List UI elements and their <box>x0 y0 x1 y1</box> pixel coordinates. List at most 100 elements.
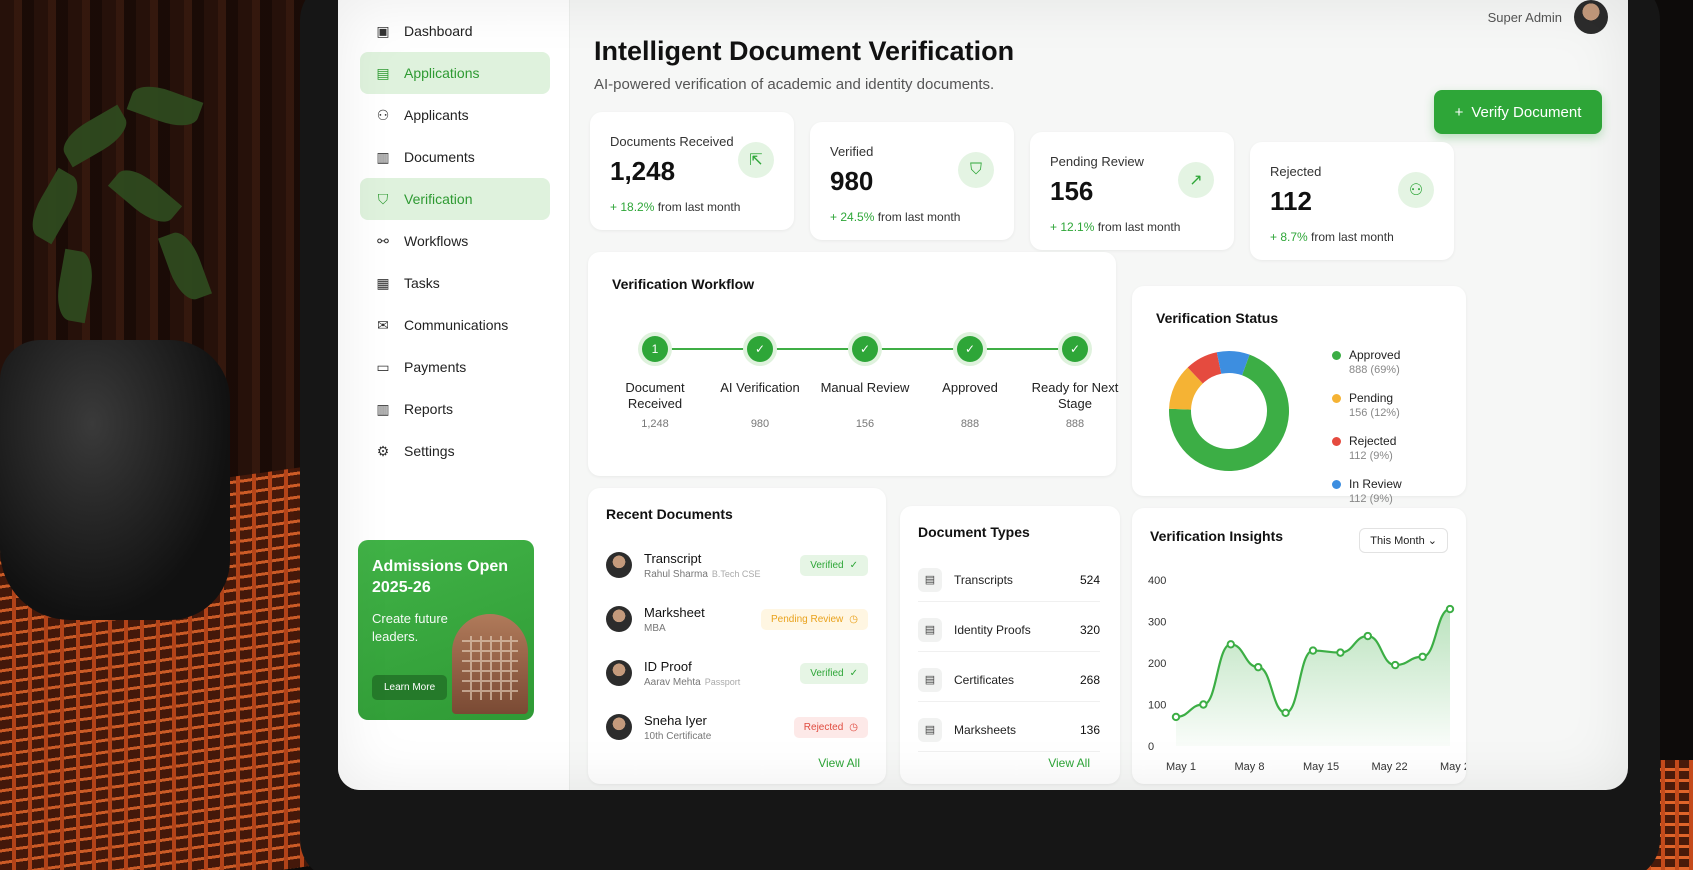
y-tick-label: 300 <box>1148 617 1166 629</box>
status-card: Verification Status Approved 888 (69%) Pe… <box>1132 286 1466 505</box>
verify-document-label: Verify Document <box>1471 103 1582 121</box>
user-menu[interactable]: Super Admin <box>1488 0 1608 34</box>
step-check-icon: ✓ <box>957 336 983 362</box>
stat-change: + 8.7% from last month <box>1270 230 1394 244</box>
doc-type-count: 136 <box>1079 722 1100 737</box>
sidebar-item-applications[interactable]: ▤ Applications <box>360 52 550 94</box>
legend-item: Pending 156 (12%) <box>1332 391 1402 419</box>
stat-value: 156 <box>1050 176 1094 206</box>
page-subtitle: AI-powered verification of academic and … <box>594 76 995 93</box>
doc-type-name: Certificates <box>954 672 1015 687</box>
status-legend: Approved 888 (69%) Pending 156 (12%) Rejec… <box>1332 348 1402 520</box>
step-check-icon: ✓ <box>852 336 878 362</box>
stat-label: Rejected <box>1270 164 1322 179</box>
page-title: Intelligent Document Verification <box>594 36 1015 66</box>
status-badge: Verified ✓ <box>800 554 868 576</box>
list-item[interactable]: ▤ Identity Proofs 320 <box>918 608 1100 652</box>
workflow-step: ✓ Manual Review 156 <box>810 336 920 430</box>
sidebar-item-payments[interactable]: ▭ Payments <box>360 346 550 388</box>
users-icon: ⚇ <box>376 106 390 123</box>
sidebar-item-workflows[interactable]: ⚯ Workflows <box>360 220 550 262</box>
sidebar-item-settings[interactable]: ⚙ Settings <box>360 430 550 472</box>
doc-name: Sneha Iyer <box>644 712 707 728</box>
list-item[interactable]: ▤ Certificates 268 <box>918 658 1100 702</box>
status-badge: Rejected ◷ <box>793 716 868 738</box>
dashboard-icon: ▣ <box>376 22 390 39</box>
sidebar-item-label: Settings <box>404 443 455 459</box>
y-tick-label: 400 <box>1148 575 1166 587</box>
legend-dot <box>1332 479 1341 489</box>
sidebar-item-label: Dashboard <box>404 23 473 39</box>
legend-value: 888 (69%) <box>1349 364 1400 376</box>
sidebar-item-label: Applicants <box>404 107 469 123</box>
workflow-title: Verification Workflow <box>612 276 755 292</box>
list-item[interactable]: ▤ Transcripts 524 <box>918 558 1100 602</box>
doc-name: Marksheet <box>644 604 705 620</box>
status-donut-chart <box>1169 351 1289 471</box>
stat-label: Verified <box>830 144 874 159</box>
sidebar-item-verification[interactable]: ⛉ Verification <box>360 178 550 220</box>
sidebar-item-applicants[interactable]: ⚇ Applicants <box>360 94 550 136</box>
legend-value: 156 (12%) <box>1349 407 1400 419</box>
data-point <box>1363 631 1373 641</box>
document-types-card: Document Types ▤ Transcripts 524 ▤ Identi… <box>900 506 1120 784</box>
data-point <box>1171 712 1181 722</box>
document-icon: ▤ <box>918 667 942 692</box>
legend-dot <box>1332 393 1341 403</box>
card-icon: ▭ <box>376 358 390 375</box>
legend-dot <box>1332 436 1341 446</box>
table-row[interactable]: Transcript Rahul Sharma B.Tech CSE Verifi… <box>606 540 868 590</box>
stat-card[interactable]: Pending Review 156 + 12.1% from last mon… <box>1030 132 1234 250</box>
stat-card[interactable]: Documents Received 1,248 + 18.2% from la… <box>590 112 794 230</box>
app-screen: ▣ Dashboard ▤ Applications ⚇ Applicants ▥ D… <box>338 0 1628 790</box>
legend-value: 112 (9%) <box>1349 493 1393 505</box>
calendar-icon: ▦ <box>376 274 390 291</box>
doc-name: ID Proof <box>644 658 692 674</box>
promo-card: Admissions Open 2025-26 Create future le… <box>358 540 534 720</box>
insights-card: Verification Insights This Month ⌄ 400 30… <box>1132 508 1466 784</box>
document-types-view-all-link[interactable]: View All <box>1048 756 1090 770</box>
stat-change: + 24.5% from last month <box>830 210 961 224</box>
table-row[interactable]: Sneha Iyer 10th Certificate Rejected ◷ <box>606 702 868 752</box>
sidebar-item-communications[interactable]: ✉ Communications <box>360 304 550 346</box>
applications-icon: ▤ <box>376 64 390 81</box>
avatar <box>606 714 632 740</box>
bar-chart-icon: ▥ <box>376 400 390 417</box>
status-icon: ◷ <box>849 721 858 733</box>
learn-more-button[interactable]: Learn More <box>372 675 448 700</box>
y-tick-label: 200 <box>1148 658 1166 670</box>
avatar[interactable] <box>1574 0 1608 34</box>
doc-type-name: Transcripts <box>954 572 1013 587</box>
user-x-icon: ⚇ <box>1398 172 1434 208</box>
shield-check-icon: ⛉ <box>377 190 389 207</box>
table-row[interactable]: Marksheet MBA Pending Review ◷ <box>606 594 868 644</box>
insights-area-chart: 400 300 200 100 0 May 1 May 8 May 15 May 22 May 2… <box>1148 575 1466 773</box>
doc-type-count: 524 <box>1079 572 1100 587</box>
main-content: Super Admin Intelligent Document Verific… <box>570 0 1628 790</box>
recent-view-all-link[interactable]: View All <box>818 756 860 770</box>
plus-icon: + <box>1454 103 1464 121</box>
step-label: AI Verification <box>720 380 800 395</box>
legend-label: In Review <box>1349 477 1402 491</box>
step-label: Manual Review <box>820 380 910 395</box>
sidebar-item-documents[interactable]: ▥ Documents <box>360 136 550 178</box>
table-row[interactable]: ID Proof Aarav Mehta Passport Verified ✓ <box>606 648 868 698</box>
stat-card[interactable]: Rejected 112 + 8.7% from last month ⚇ <box>1250 142 1454 260</box>
step-count: 888 <box>1065 418 1085 430</box>
legend-label: Approved <box>1349 348 1401 362</box>
sidebar-item-dashboard[interactable]: ▣ Dashboard <box>360 10 550 52</box>
stat-card[interactable]: Verified 980 + 24.5% from last month ⛉ <box>810 122 1014 240</box>
sidebar-item-reports[interactable]: ▥ Reports <box>360 388 550 430</box>
list-item[interactable]: ▤ Marksheets 136 <box>918 708 1100 752</box>
data-point <box>1391 660 1400 670</box>
user-role: Super Admin <box>1487 9 1562 25</box>
sidebar-item-label: Documents <box>404 149 475 165</box>
workflow-step: 1 Document Received 1,248 <box>600 336 710 430</box>
avatar <box>606 606 632 632</box>
promo-title: Admissions Open 2025-26 <box>372 558 509 596</box>
verify-document-button[interactable]: + Verify Document <box>1434 90 1602 134</box>
sidebar-item-tasks[interactable]: ▦ Tasks <box>360 262 550 304</box>
mail-icon: ✉ <box>377 316 389 333</box>
status-icon: ✓ <box>849 559 858 571</box>
upload-doc-icon: ⇱ <box>738 142 774 178</box>
